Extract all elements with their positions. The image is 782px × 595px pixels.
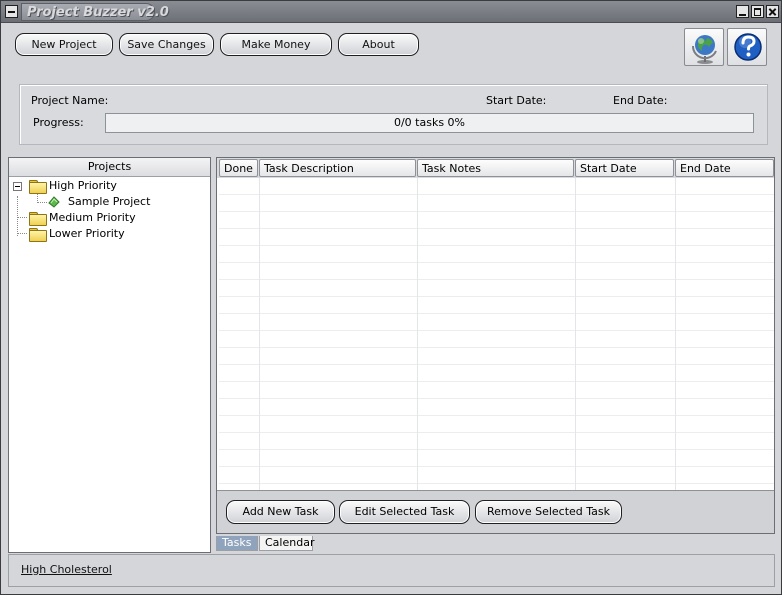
table-row[interactable] [219, 416, 774, 433]
progress-text: 0/0 tasks 0% [393, 116, 466, 129]
close-icon[interactable] [766, 5, 779, 18]
table-row[interactable] [219, 229, 774, 246]
app-window: Project Buzzer v2.0 New Project Save Cha… [0, 0, 782, 595]
column-divider [675, 178, 676, 490]
progress-label: Progress: [33, 116, 84, 129]
add-new-task-button[interactable]: Add New Task [226, 500, 335, 524]
tree-node-lower-priority[interactable]: Lower Priority [9, 226, 209, 242]
column-header-task-notes[interactable]: Task Notes [417, 159, 574, 177]
folder-icon [29, 228, 47, 242]
tasks-table-panel: Done Task Description Task Notes Start D… [216, 157, 775, 534]
folder-icon [29, 180, 47, 194]
tree-node-medium-priority[interactable]: Medium Priority [9, 210, 209, 226]
maximize-icon[interactable] [751, 5, 764, 18]
about-button[interactable]: About [338, 33, 419, 56]
table-header: Done Task Description Task Notes Start D… [217, 158, 774, 178]
status-bar: High Cholesterol [8, 554, 775, 587]
table-row[interactable] [219, 297, 774, 314]
table-row[interactable] [219, 467, 774, 484]
remove-selected-task-button[interactable]: Remove Selected Task [475, 500, 622, 524]
globe-icon [691, 35, 717, 64]
table-row[interactable] [219, 365, 774, 382]
table-body[interactable] [219, 178, 774, 490]
column-divider [259, 178, 260, 490]
tree-node-label: Sample Project [68, 195, 151, 208]
window-title: Project Buzzer v2.0 [27, 5, 169, 20]
title-bar[interactable]: Project Buzzer v2.0 [1, 1, 781, 23]
project-leaf-icon [48, 196, 60, 208]
column-divider [575, 178, 576, 490]
system-menu-icon[interactable] [5, 5, 18, 18]
tree-node-high-priority[interactable]: High Priority [9, 178, 209, 194]
table-row[interactable] [219, 433, 774, 450]
end-date-label: End Date: [613, 94, 668, 107]
column-header-done[interactable]: Done [219, 159, 258, 177]
table-row[interactable] [219, 314, 774, 331]
help-icon [734, 33, 762, 61]
globe-button[interactable] [684, 28, 724, 66]
status-link[interactable]: High Cholesterol [21, 563, 112, 576]
table-row[interactable] [219, 178, 774, 195]
table-row[interactable] [219, 195, 774, 212]
table-row[interactable] [219, 382, 774, 399]
new-project-button[interactable]: New Project [15, 33, 113, 56]
help-button[interactable] [727, 28, 767, 66]
make-money-button[interactable]: Make Money [220, 33, 332, 56]
tab-calendar[interactable]: Calendar [259, 536, 314, 551]
table-row[interactable] [219, 212, 774, 229]
column-divider [417, 178, 418, 490]
projects-tree[interactable]: Projects High Priority Sample Project Me… [8, 157, 211, 553]
column-header-task-description[interactable]: Task Description [259, 159, 416, 177]
folder-icon [29, 212, 47, 226]
tree-node-label: High Priority [49, 179, 117, 192]
tree-node-label: Medium Priority [49, 211, 136, 224]
column-header-start-date[interactable]: Start Date [575, 159, 674, 177]
projects-header: Projects [9, 158, 210, 177]
tab-tasks[interactable]: Tasks [216, 536, 258, 551]
table-row[interactable] [219, 263, 774, 280]
column-header-end-date[interactable]: End Date [675, 159, 774, 177]
minimize-icon[interactable] [736, 5, 749, 18]
collapse-icon[interactable] [13, 182, 22, 191]
edit-selected-task-button[interactable]: Edit Selected Task [339, 500, 470, 524]
save-changes-button[interactable]: Save Changes [119, 33, 214, 56]
tree-node-label: Lower Priority [49, 227, 125, 240]
title-tab: Project Buzzer v2.0 [21, 3, 169, 21]
table-row[interactable] [219, 331, 774, 348]
table-row[interactable] [219, 348, 774, 365]
table-row[interactable] [219, 399, 774, 416]
table-row[interactable] [219, 280, 774, 297]
table-row[interactable] [219, 246, 774, 263]
project-info-panel: Project Name: Start Date: End Date: Prog… [19, 84, 768, 145]
task-button-bar: Add New Task Edit Selected Task Remove S… [217, 490, 774, 533]
tree-node-sample-project[interactable]: Sample Project [9, 194, 209, 210]
start-date-label: Start Date: [486, 94, 547, 107]
project-name-label: Project Name: [31, 94, 109, 107]
progress-bar: 0/0 tasks 0% [105, 113, 754, 133]
table-row[interactable] [219, 450, 774, 467]
